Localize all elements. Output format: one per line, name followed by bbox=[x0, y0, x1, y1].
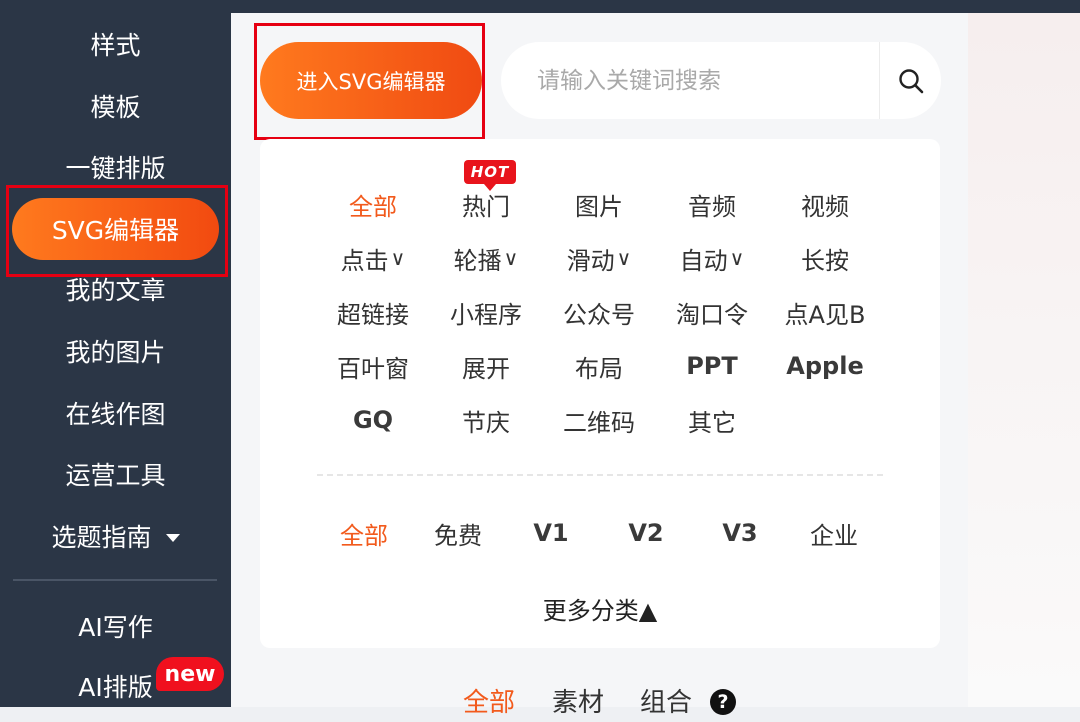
tier-v2[interactable]: V2 bbox=[601, 513, 691, 553]
sidebar-item-topic-guide-label: 选题指南 bbox=[51, 523, 152, 552]
category-swipe[interactable]: 滑动 ∨ bbox=[549, 238, 649, 278]
tier-enterprise[interactable]: 企业 bbox=[789, 513, 879, 553]
sidebar-item-styles[interactable]: 样式 bbox=[0, 18, 231, 70]
top-strip bbox=[231, 0, 1080, 13]
category-apple[interactable]: Apple bbox=[775, 346, 875, 386]
category-qr-code[interactable]: 二维码 bbox=[549, 400, 649, 440]
category-images[interactable]: 图片 bbox=[549, 184, 649, 224]
category-gq[interactable]: GQ bbox=[323, 400, 423, 440]
sidebar-item-ops-tools[interactable]: 运营工具 bbox=[0, 448, 231, 500]
tier-v3[interactable]: V3 bbox=[695, 513, 785, 553]
category-carousel-label: 轮播 bbox=[453, 246, 502, 275]
right-background bbox=[968, 13, 1080, 707]
category-swipe-label: 滑动 bbox=[566, 246, 615, 275]
sidebar-item-online-drawing[interactable]: 在线作图 bbox=[0, 387, 231, 439]
category-hyperlink[interactable]: 超链接 bbox=[323, 292, 423, 332]
sidebar-item-svg-editor[interactable]: SVG编辑器 bbox=[12, 198, 219, 260]
category-carousel[interactable]: 轮播 ∨ bbox=[436, 238, 536, 278]
category-festival[interactable]: 节庆 bbox=[436, 400, 536, 440]
category-expand[interactable]: 展开 bbox=[436, 346, 536, 386]
category-auto[interactable]: 自动 ∨ bbox=[662, 238, 762, 278]
tier-v1[interactable]: V1 bbox=[506, 513, 596, 553]
chevron-down-icon: ∨ bbox=[390, 246, 406, 270]
category-audio[interactable]: 音频 bbox=[662, 184, 762, 224]
category-other[interactable]: 其它 bbox=[662, 400, 762, 440]
chevron-down-icon: ∨ bbox=[616, 246, 632, 270]
category-long-press[interactable]: 长按 bbox=[775, 238, 875, 278]
tier-all[interactable]: 全部 bbox=[319, 513, 409, 553]
chevron-down-icon: ∨ bbox=[729, 246, 745, 270]
more-categories-toggle[interactable]: 更多分类▲ bbox=[500, 588, 700, 628]
enter-svg-editor-button[interactable]: 进入SVG编辑器 bbox=[260, 42, 482, 119]
category-taobao-code[interactable]: 淘口令 bbox=[662, 292, 762, 332]
bottom-tab-all[interactable]: 全部 bbox=[463, 682, 515, 722]
bottom-tab-combos[interactable]: 组合 bbox=[640, 682, 692, 722]
sidebar-item-templates[interactable]: 模板 bbox=[0, 80, 231, 132]
sidebar-item-my-images[interactable]: 我的图片 bbox=[0, 325, 231, 377]
sidebar-divider bbox=[13, 579, 217, 581]
category-mini-program[interactable]: 小程序 bbox=[436, 292, 536, 332]
sidebar-item-topic-guide[interactable]: 选题指南 bbox=[0, 510, 231, 562]
sidebar-item-ai-writing[interactable]: AI写作 bbox=[0, 600, 231, 652]
category-layout[interactable]: 布局 bbox=[549, 346, 649, 386]
help-icon[interactable]: ? bbox=[710, 689, 736, 715]
search-input[interactable] bbox=[501, 42, 879, 119]
caret-down-icon bbox=[165, 534, 180, 542]
tier-free[interactable]: 免费 bbox=[413, 513, 503, 553]
category-divider bbox=[317, 474, 883, 476]
hot-badge: HOT bbox=[464, 160, 516, 191]
category-click-a-see-b[interactable]: 点A见B bbox=[775, 292, 875, 332]
search-box bbox=[501, 42, 941, 119]
search-icon bbox=[898, 68, 923, 93]
sidebar-item-my-articles[interactable]: 我的文章 bbox=[0, 263, 231, 315]
category-auto-label: 自动 bbox=[679, 246, 728, 275]
chevron-down-icon: ∨ bbox=[503, 246, 519, 270]
category-video[interactable]: 视频 bbox=[775, 184, 875, 224]
category-blinds[interactable]: 百叶窗 bbox=[323, 346, 423, 386]
sidebar-item-one-click-layout[interactable]: 一键排版 bbox=[0, 141, 231, 193]
category-ppt[interactable]: PPT bbox=[662, 346, 762, 386]
category-click[interactable]: 点击 ∨ bbox=[323, 238, 423, 278]
category-all[interactable]: 全部 bbox=[323, 184, 423, 224]
new-badge: new bbox=[156, 657, 224, 691]
category-official-account[interactable]: 公众号 bbox=[549, 292, 649, 332]
category-click-label: 点击 bbox=[340, 246, 389, 275]
bottom-tab-materials[interactable]: 素材 bbox=[552, 682, 604, 722]
